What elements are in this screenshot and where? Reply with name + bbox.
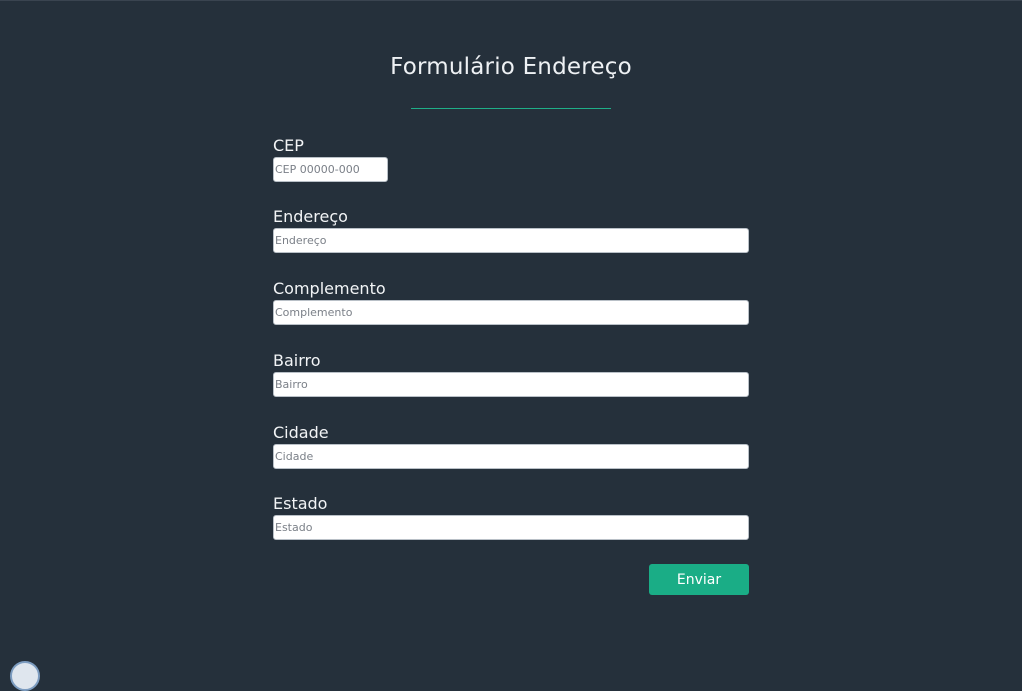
estado-field-group: Estado bbox=[273, 494, 749, 540]
estado-label: Estado bbox=[273, 494, 328, 513]
estado-input[interactable] bbox=[273, 515, 749, 540]
endereco-label: Endereço bbox=[273, 207, 348, 226]
cidade-input[interactable] bbox=[273, 444, 749, 469]
title-divider bbox=[411, 108, 611, 109]
cidade-field-group: Cidade bbox=[273, 423, 749, 469]
endereco-field-group: Endereço bbox=[273, 207, 749, 253]
corner-avatar-icon[interactable] bbox=[10, 661, 40, 691]
complemento-field-group: Complemento bbox=[273, 279, 749, 325]
cidade-label: Cidade bbox=[273, 423, 329, 442]
bairro-label: Bairro bbox=[273, 351, 321, 370]
submit-button[interactable]: Enviar bbox=[649, 564, 749, 595]
complemento-label: Complemento bbox=[273, 279, 386, 298]
cep-label: CEP bbox=[273, 136, 304, 155]
bairro-input[interactable] bbox=[273, 372, 749, 397]
bairro-field-group: Bairro bbox=[273, 351, 749, 397]
cep-field-group: CEP bbox=[273, 136, 388, 182]
endereco-input[interactable] bbox=[273, 228, 749, 253]
cep-input[interactable] bbox=[273, 157, 388, 182]
complemento-input[interactable] bbox=[273, 300, 749, 325]
page-title: Formulário Endereço bbox=[390, 54, 632, 80]
